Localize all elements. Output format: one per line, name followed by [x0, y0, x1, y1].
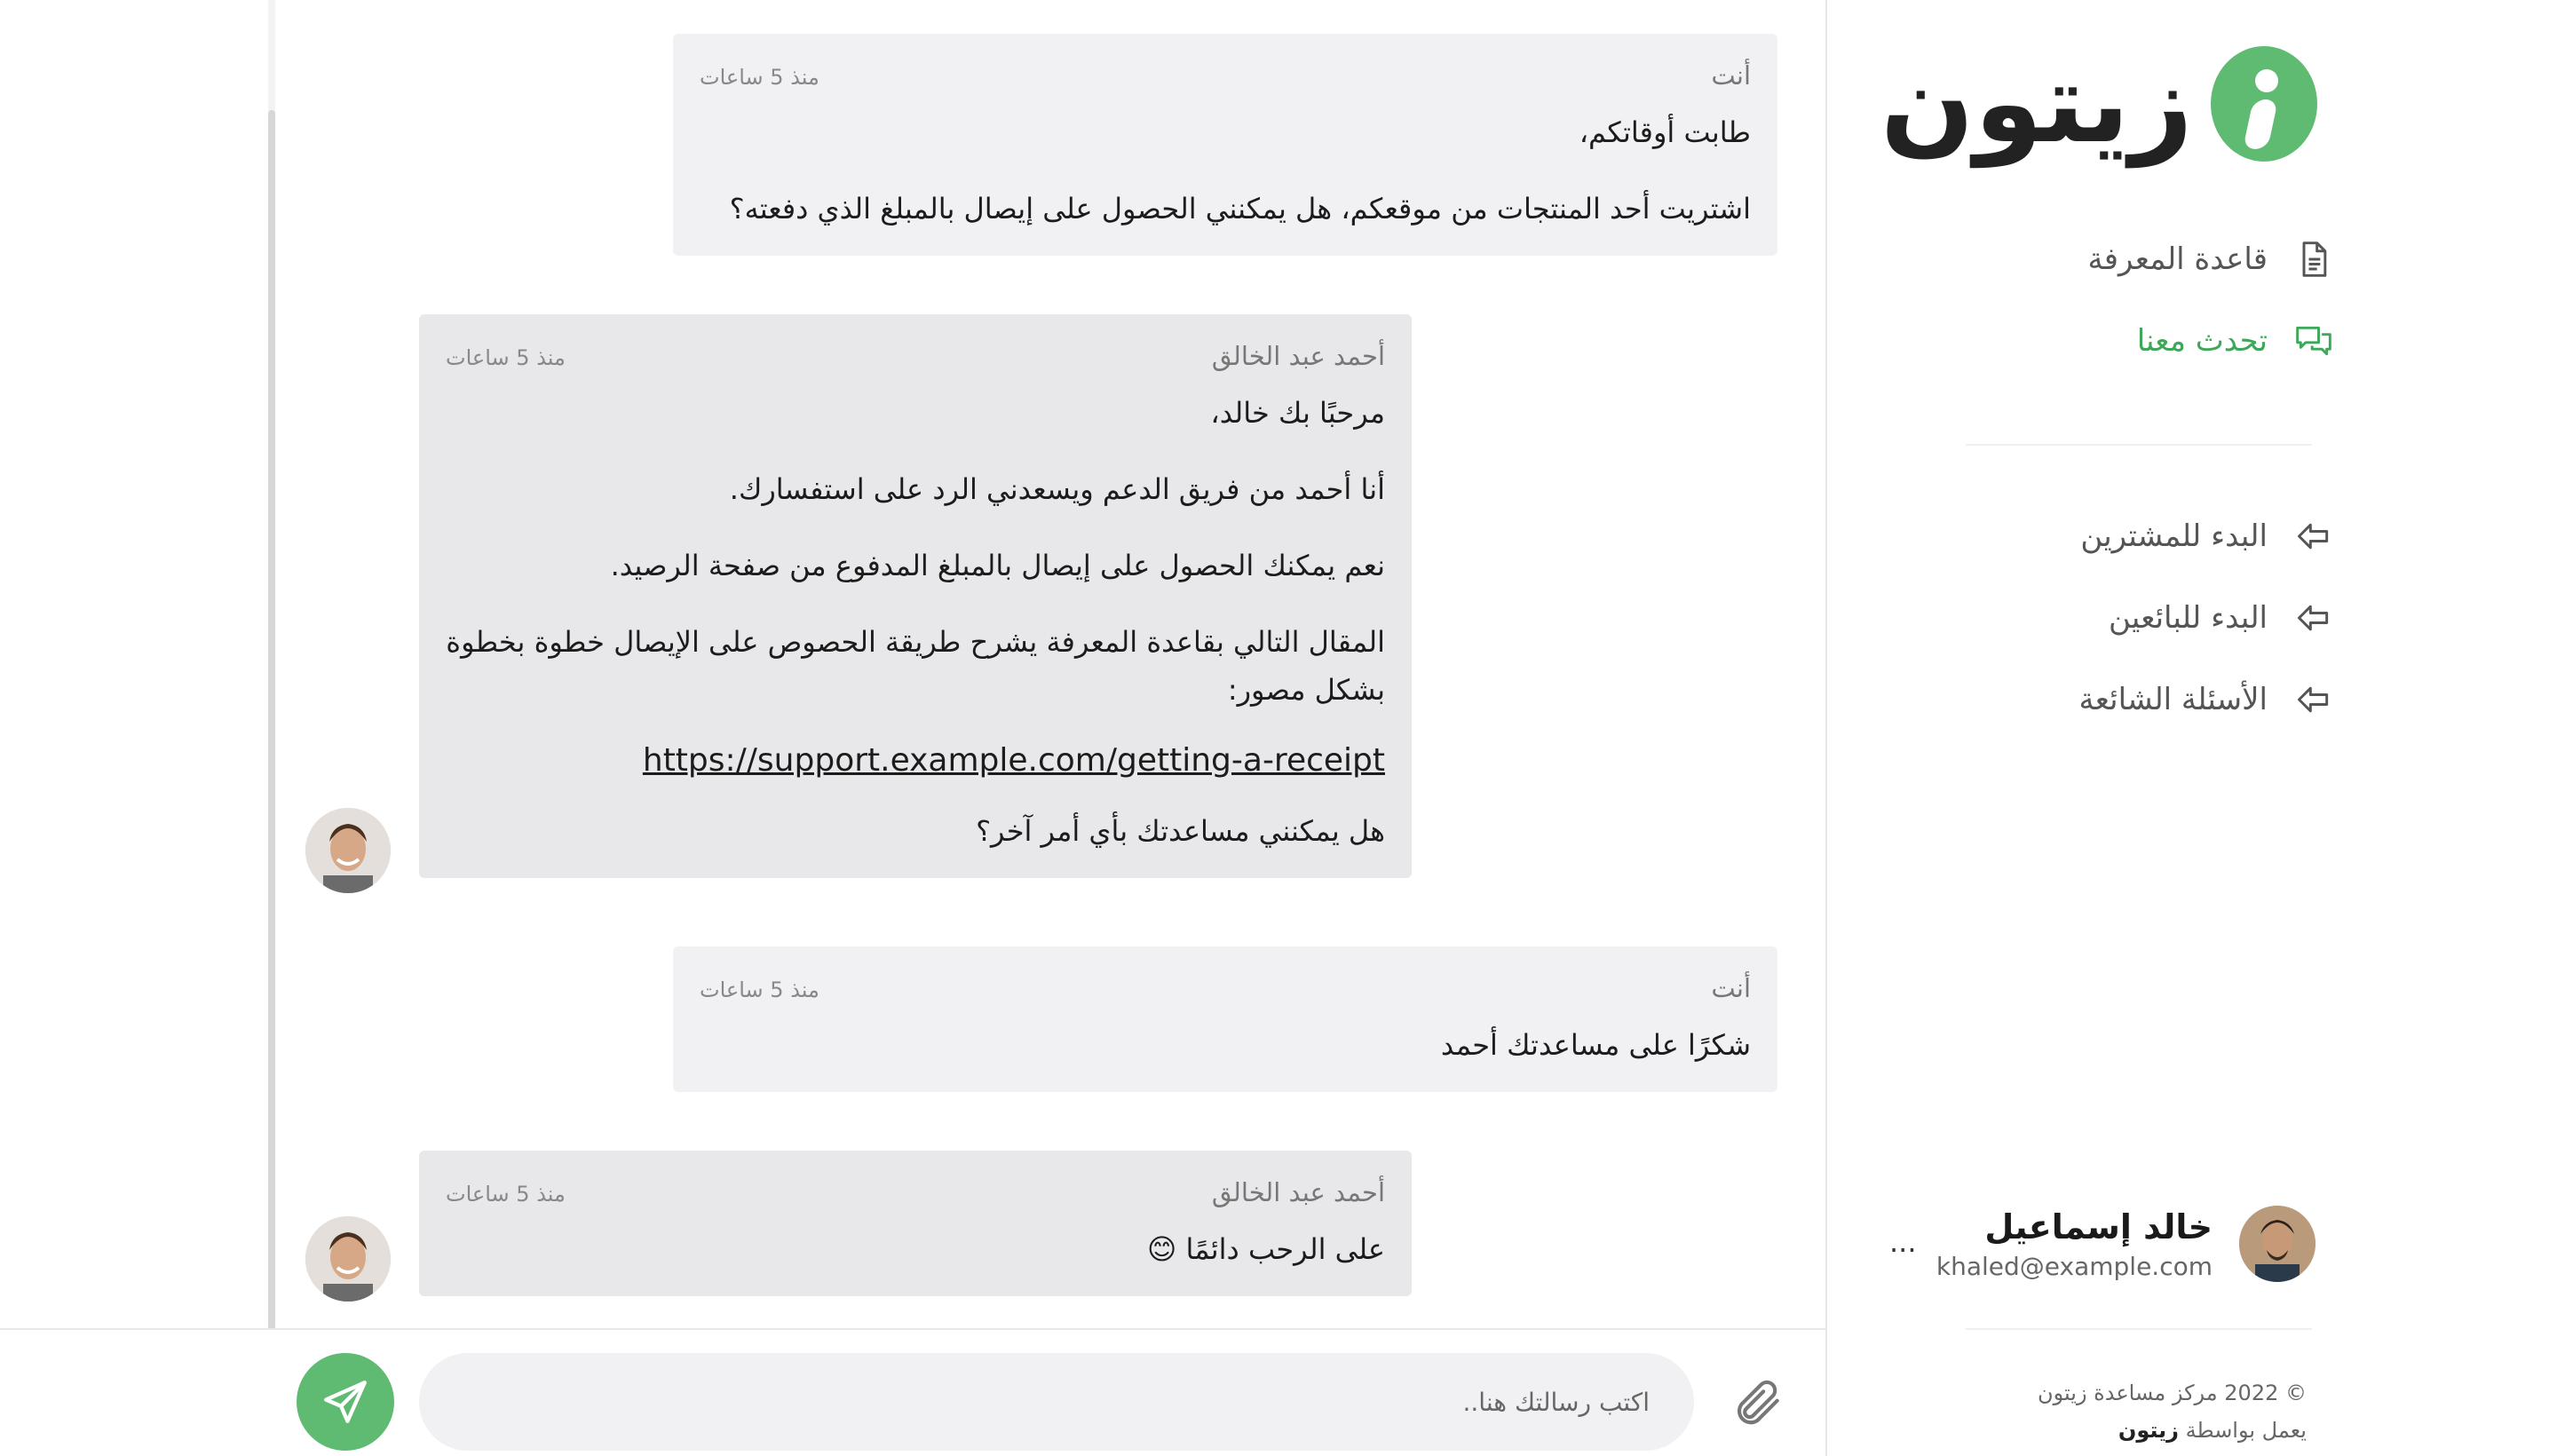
powered-by: يعمل بواسطة زيتون [2038, 1412, 2307, 1449]
user-avatar [2239, 1206, 2316, 1282]
message-text: نعم يمكنك الحصول على إيصال بالمبلغ المدف… [610, 549, 1385, 582]
message-text: هل يمكنني مساعدتك بأي أمر آخر؟ [976, 814, 1385, 848]
user-more-button[interactable]: ... [1889, 1225, 1917, 1259]
nav-chat-label: تحدث معنا [2136, 323, 2268, 359]
nav-knowledge-base-label: قاعدة المعرفة [2087, 241, 2268, 277]
message-author: أحمد عبد الخالق [1211, 1177, 1385, 1207]
powered-by-prefix: يعمل بواسطة [2185, 1418, 2307, 1443]
send-icon [324, 1381, 367, 1423]
message-user: أنت منذ 5 ساعات طابت أوقاتكم، اشتريت أحد… [673, 34, 1777, 256]
nav-sellers-start[interactable]: البدء للبائعين [2109, 598, 2333, 637]
footer-divider [1966, 1328, 2312, 1330]
nav-sellers-start-label: البدء للبائعين [2109, 600, 2268, 636]
current-user[interactable]: خالد إسماعيل khaled@example.com [1936, 1206, 2316, 1282]
copyright: © 2022 مركز مساعدة زيتون [2038, 1381, 2307, 1405]
knowledge-base-link[interactable]: https://support.example.com/getting-a-re… [446, 742, 1385, 779]
nav-knowledge-base[interactable]: قاعدة المعرفة [2088, 240, 2333, 279]
logo-mark [2211, 46, 2317, 162]
paperclip-icon[interactable] [1731, 1374, 1786, 1429]
message-agent: أحمد عبد الخالق منذ 5 ساعات على الرحب دا… [419, 1151, 1412, 1296]
message-agent: أحمد عبد الخالق منذ 5 ساعات مرحبًا بك خا… [419, 314, 1412, 878]
message-text: أنا أحمد من فريق الدعم ويسعدني الرد على … [729, 472, 1385, 506]
message-text: شكرًا على مساعدتك أحمد [1440, 1028, 1751, 1062]
send-button[interactable] [297, 1353, 394, 1451]
sidebar: زيتون قاعدة المعرفة تحدث معنا البدء للمش… [1825, 0, 2557, 1456]
message-author: أنت [1711, 60, 1751, 91]
brand-name: زيتون [1880, 40, 2195, 168]
nav-faq[interactable]: الأسئلة الشائعة [2079, 680, 2333, 719]
message-time: منذ 5 ساعات [446, 1182, 566, 1207]
chat-scrollbar-thumb[interactable] [268, 110, 275, 1330]
message-text: مرحبًا بك خالد، [1210, 396, 1385, 430]
nav-buyers-start[interactable]: البدء للمشترين [2080, 517, 2333, 556]
chat-bubbles-icon [2296, 326, 2331, 356]
arrow-left-icon [2298, 686, 2329, 713]
message-text: اشتريت أحد المنتجات من موقعكم، هل يمكنني… [729, 192, 1751, 226]
message-time: منذ 5 ساعات [700, 977, 819, 1002]
message-author: أحمد عبد الخالق [1211, 341, 1385, 371]
nav-buyers-start-label: البدء للمشترين [2080, 518, 2268, 554]
user-name: خالد إسماعيل [1984, 1207, 2213, 1246]
powered-by-brand[interactable]: زيتون [2118, 1418, 2179, 1443]
user-email: khaled@example.com [1936, 1251, 2213, 1281]
message-text: على الرحب دائمًا 😊 [1146, 1232, 1385, 1266]
message-author: أنت [1711, 973, 1751, 1003]
document-icon [2302, 241, 2327, 277]
message-input[interactable] [419, 1353, 1694, 1451]
message-text: طابت أوقاتكم، [1579, 115, 1751, 149]
agent-avatar [305, 1216, 391, 1302]
message-user: أنت منذ 5 ساعات شكرًا على مساعدتك أحمد [673, 946, 1777, 1092]
footer: © 2022 مركز مساعدة زيتون يعمل بواسطة زيت… [2038, 1374, 2307, 1449]
arrow-left-icon [2298, 523, 2329, 550]
agent-avatar [305, 808, 391, 893]
nav-chat[interactable]: تحدث معنا [2137, 321, 2333, 360]
message-time: منذ 5 ساعات [446, 345, 566, 370]
nav-faq-label: الأسئلة الشائعة [2078, 682, 2268, 717]
message-time: منذ 5 ساعات [700, 65, 819, 90]
brand-logo[interactable]: زيتون [1880, 39, 2317, 169]
message-text: المقال التالي بقاعدة المعرفة يشرح طريقة … [446, 625, 1385, 707]
nav-divider [1966, 444, 2312, 446]
arrow-left-icon [2298, 605, 2329, 631]
